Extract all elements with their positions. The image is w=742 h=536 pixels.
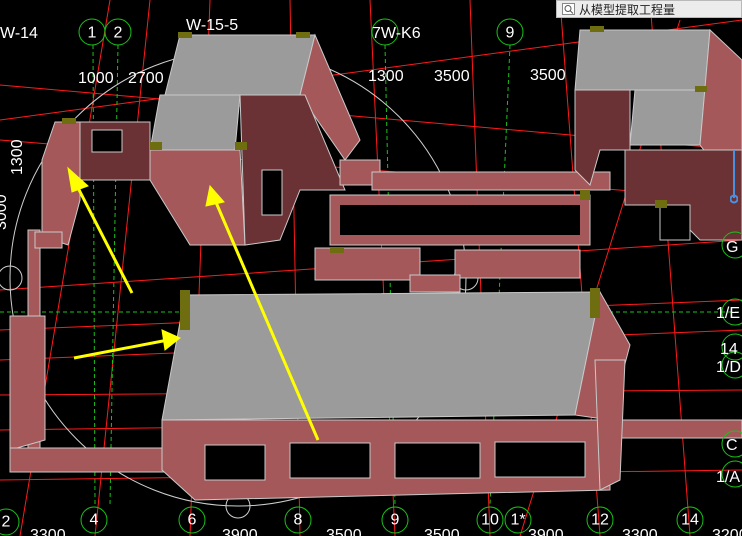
axis-label-right: 14 <box>720 341 738 358</box>
dimension-label: 2700 <box>128 70 164 87</box>
slab[interactable] <box>574 29 711 91</box>
dimension-label: 1300 <box>368 68 404 85</box>
dimension-label: 3900 <box>528 527 564 536</box>
axis-label-bottom: 14 <box>681 512 699 529</box>
axis-label-top: 7W-K6 <box>372 25 421 42</box>
window-opening <box>204 444 266 481</box>
wall[interactable] <box>594 359 626 491</box>
dimension-label: 3500 <box>530 67 566 84</box>
dimension-label: 3500 <box>326 527 362 536</box>
axis-label-right: G <box>726 239 738 256</box>
axis-label-bottom: 9 <box>391 512 400 529</box>
axis-label-top: 9 <box>506 25 515 42</box>
wall[interactable] <box>574 89 631 186</box>
wall[interactable] <box>371 171 611 191</box>
wall[interactable] <box>149 149 246 246</box>
axis-label-right: 1/A <box>716 469 740 486</box>
window-opening <box>289 442 371 479</box>
dimension-label: 3500 <box>434 68 470 85</box>
axis-label-bottom: 2 <box>2 514 11 531</box>
window-opening <box>494 441 586 478</box>
dimension-label: 3300 <box>622 527 658 536</box>
axis-label-bottom: 4 <box>90 512 99 529</box>
slab[interactable] <box>161 291 601 421</box>
dimension-label: 3900 <box>222 527 258 536</box>
slab[interactable] <box>164 34 316 96</box>
extract-quantity-label: 从模型提取工程量 <box>579 2 676 17</box>
window-opening <box>261 169 283 216</box>
axis-label-right: C <box>726 437 738 454</box>
wall[interactable] <box>609 419 742 439</box>
dimension-label: 3200 <box>712 527 742 536</box>
wall[interactable] <box>9 315 46 451</box>
wall[interactable] <box>409 274 461 293</box>
opening <box>340 205 580 235</box>
dimension-label: 1000 <box>78 70 114 87</box>
dimension-label-vertical: 1300 <box>9 139 26 175</box>
axis-label-bottom: 12 <box>591 512 609 529</box>
axis-label-bottom: 10 <box>481 512 499 529</box>
wall[interactable] <box>454 249 581 279</box>
wall[interactable] <box>34 231 63 249</box>
axis-label-top: W-15-5 <box>186 17 238 34</box>
axis-label-top: 2 <box>114 25 123 42</box>
dimension-label-vertical: 3000 <box>0 194 10 230</box>
axis-label-bottom: 1* <box>510 512 525 529</box>
axis-label-right: 1/E <box>716 305 740 322</box>
extract-quantity-button[interactable]: 从模型提取工程量 <box>556 0 742 18</box>
orbit-handle-left[interactable] <box>0 265 23 291</box>
slab[interactable] <box>629 89 706 146</box>
zoom-slider[interactable] <box>729 150 739 206</box>
dimension-label: 3500 <box>424 527 460 536</box>
axis-label-top: W-14 <box>0 25 38 42</box>
3d-model-viewport[interactable]: W-14 1 2 W-15-5 7W-K6 9 1000 2700 1300 3… <box>0 0 742 536</box>
window-opening <box>91 129 123 153</box>
window-opening <box>394 442 481 479</box>
window-opening <box>659 204 691 241</box>
model-scene[interactable]: W-14 1 2 W-15-5 7W-K6 9 1000 2700 1300 3… <box>0 0 742 536</box>
slab[interactable] <box>149 94 241 151</box>
axis-label-bottom: 6 <box>188 512 197 529</box>
axis-label-right: 1/D <box>716 359 741 376</box>
search-icon <box>562 3 575 15</box>
axis-label-top: 1 <box>88 25 97 42</box>
dimension-label: 3300 <box>30 527 66 536</box>
axis-label-bottom: 8 <box>294 512 303 529</box>
